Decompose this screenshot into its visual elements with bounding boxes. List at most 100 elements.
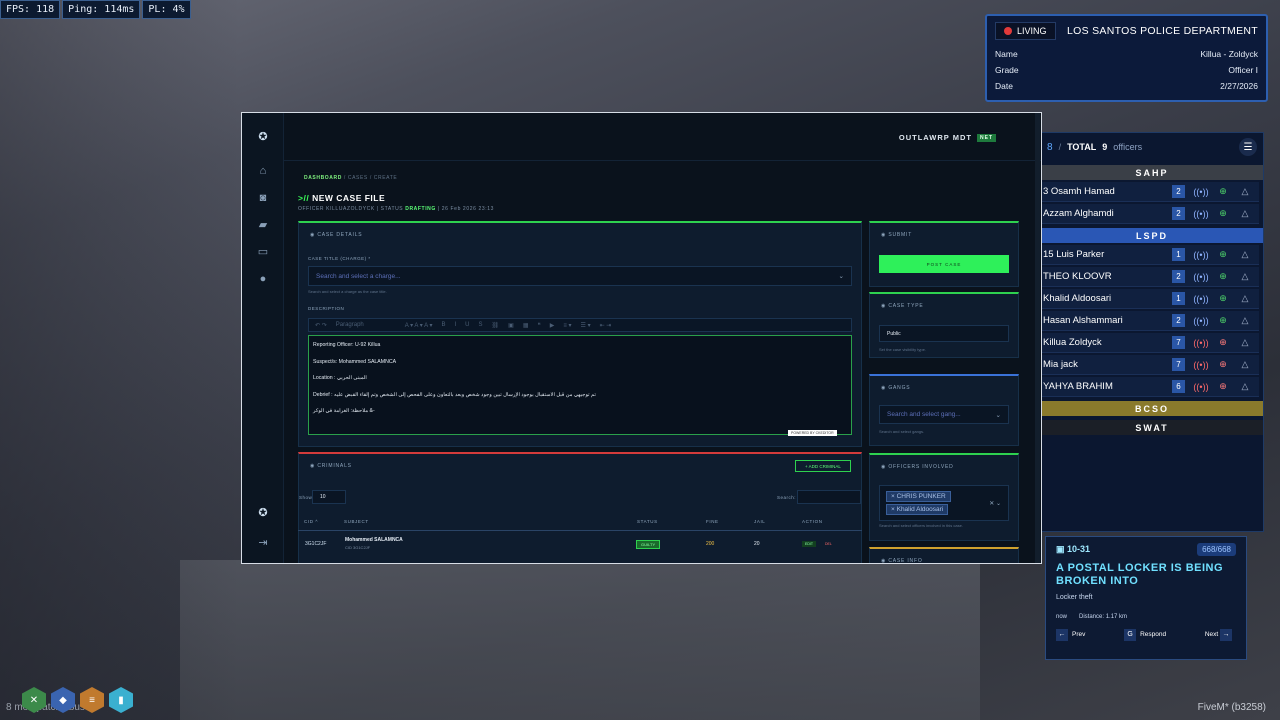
id-value: 2/27/2026: [1220, 81, 1258, 91]
chat-icon[interactable]: ▭: [255, 244, 271, 260]
case-info-heading: ◉ CASE INFO: [881, 558, 923, 564]
roster-section-header: BCSO: [1041, 401, 1263, 416]
respond-key: G: [1124, 629, 1137, 641]
show-select[interactable]: 10: [312, 490, 346, 504]
officer-name: THEO KLOOVR: [1043, 271, 1112, 282]
roster-section-header: LSPD: [1041, 228, 1263, 243]
editor-line: Location : المبنى الحربي: [313, 375, 367, 381]
editor-line: Debrief : تم توجيهي من قبل الاستقبال بوج…: [313, 391, 596, 398]
underline-icon[interactable]: U: [465, 322, 469, 328]
add-criminal-button[interactable]: + ADD CRIMINAL: [795, 460, 851, 472]
undo-icon[interactable]: ↶ ↷: [315, 322, 327, 329]
table-search-input[interactable]: [797, 490, 861, 504]
criminals-label: CRIMINALS: [317, 463, 352, 469]
indent-icon[interactable]: ⇤ ⇥: [600, 322, 612, 329]
gangs-heading: ◉ GANGS: [881, 385, 911, 391]
officer-row[interactable]: 15 Luis Parker 1 ((•)) ⊕ △: [1041, 245, 1259, 265]
menu-icon[interactable]: ☰: [1239, 138, 1257, 156]
prev-button[interactable]: ← Prev: [1056, 629, 1085, 641]
paragraph-select[interactable]: Paragraph: [336, 322, 396, 328]
alert-icon[interactable]: ●: [255, 271, 271, 287]
case-details-heading: ◉ CASE DETAILS: [310, 232, 363, 238]
officer-row[interactable]: Khalid Aldoosari 1 ((•)) ⊕ △: [1041, 289, 1259, 309]
scrollbar[interactable]: [1035, 113, 1040, 563]
charge-hint: Search and select a charge as the case t…: [308, 289, 387, 294]
officer-chip[interactable]: × Khalid Aldoosari: [886, 504, 949, 515]
link-icon[interactable]: ⛓: [492, 322, 500, 329]
table-icon[interactable]: ▦: [523, 322, 529, 329]
warning-icon: △: [1241, 293, 1249, 303]
dispatch-counter: 668/668: [1197, 543, 1236, 556]
officer-row[interactable]: 3 Osamh Hamad 2 ((•)) ⊕ △: [1041, 182, 1259, 202]
officer-row[interactable]: Mia jack 7 ((•)) ⊕ △: [1041, 355, 1259, 375]
bold-icon[interactable]: B: [441, 322, 445, 328]
meta-date: | 26 Feb 2026 23:13: [437, 206, 494, 212]
logout-icon[interactable]: ⇥: [255, 535, 271, 551]
page-title: >// NEW CASE FILE: [298, 193, 385, 203]
folder-icon[interactable]: ▰: [255, 217, 271, 233]
title-text: NEW CASE FILE: [312, 193, 386, 203]
officer-row[interactable]: Hasan Alshammari 2 ((•)) ⊕ △: [1041, 311, 1259, 331]
officer-row[interactable]: Killua Zoldyck 7 ((•)) ⊕ △: [1041, 333, 1259, 353]
wallet-icon[interactable]: ◙: [255, 190, 271, 206]
page-meta: OFFICER KILLUAZOLDYCK | STATUS DRAFTING …: [298, 206, 494, 212]
crumb-dashboard[interactable]: DASHBOARD: [304, 175, 342, 181]
italic-icon[interactable]: I: [454, 322, 456, 328]
delete-button[interactable]: DEL: [822, 541, 835, 547]
home-icon[interactable]: ⌂: [255, 163, 271, 179]
brand-label: OUTLAWRP MDT: [898, 133, 972, 142]
gang-select[interactable]: Search and select gang... ⌄: [879, 405, 1009, 424]
officer-chip[interactable]: × CHRIS PUNKER: [886, 491, 951, 502]
status-label: LIVING: [1017, 26, 1047, 36]
ckeditor-badge[interactable]: POWERED BY CKEDITOR: [788, 430, 837, 436]
image-icon[interactable]: ▣: [508, 322, 514, 329]
warning-icon: △: [1241, 359, 1249, 369]
globe-icon: ⊕: [1219, 381, 1227, 391]
list-icon[interactable]: ☰ ▾: [581, 322, 591, 329]
officer-row[interactable]: THEO KLOOVR 2 ((•)) ⊕ △: [1041, 267, 1259, 287]
globe-icon: ⊕: [1219, 293, 1227, 303]
warning-icon: △: [1241, 208, 1249, 218]
globe-icon: ⊕: [1219, 337, 1227, 347]
mdt-brand: OUTLAWRP MDT NET: [899, 133, 996, 142]
callsign-count: 2: [1172, 207, 1185, 220]
edit-button[interactable]: EDIT: [802, 541, 816, 547]
editor-line: Suspect/s: Mohammed SALAMNCA: [313, 358, 397, 365]
mdt-window: ✪ ⌂ ◙ ▰ ▭ ● ✪ ⇥ OUTLAWRP MDT NET DASHBOAR…: [241, 112, 1042, 564]
align-icon[interactable]: ≡ ▾: [563, 322, 571, 329]
charge-placeholder: Search and select a charge...: [316, 272, 401, 280]
media-icon[interactable]: ▶: [550, 322, 555, 329]
officer-name: 3 Osamh Hamad: [1043, 186, 1115, 197]
charge-select[interactable]: Search and select a charge... ⌄: [308, 266, 852, 286]
next-button[interactable]: Next →: [1205, 629, 1236, 641]
meta-status: DRAFTING: [405, 206, 436, 212]
warning-icon: △: [1241, 271, 1249, 281]
officer-row[interactable]: Azzam Alghamdi 2 ((•)) ⊕ △: [1041, 204, 1259, 224]
status-icons: ✕ ◆ ≡ ▮: [22, 687, 133, 713]
col-status[interactable]: STATUS: [637, 519, 658, 524]
officer-row[interactable]: YAHYA BRAHIM 6 ((•)) ⊕ △: [1041, 377, 1259, 397]
chevron-down-icon: ⌄: [838, 273, 844, 280]
shield-icon: ◆: [51, 687, 75, 713]
description-editor[interactable]: Reporting Officer: U-92 Killua Suspect/s…: [308, 335, 852, 435]
globe-icon: ⊕: [1219, 271, 1227, 281]
unit-label: officers: [1113, 142, 1143, 152]
col-jail[interactable]: JAIL: [754, 519, 765, 524]
officer-name: Khalid Aldoosari: [1043, 293, 1112, 304]
post-case-button[interactable]: POST CASE: [879, 255, 1009, 273]
chevron-down-icon: ⌄: [995, 411, 1001, 419]
col-subject[interactable]: SUBJECT: [344, 519, 369, 524]
case-type-select[interactable]: Public: [879, 325, 1009, 342]
badge-icon[interactable]: ✪: [255, 505, 271, 521]
col-cid[interactable]: CID ^: [304, 519, 318, 524]
respond-button[interactable]: G Respond: [1124, 629, 1166, 641]
warning-icon: △: [1241, 249, 1249, 259]
quote-icon[interactable]: ❝: [537, 322, 540, 329]
globe-icon: ⊕: [1219, 186, 1227, 196]
col-action: ACTION: [802, 519, 823, 524]
font-size-icon[interactable]: A ▾ A ▾ A ▾: [405, 322, 433, 329]
strike-icon[interactable]: S: [479, 322, 483, 328]
col-fine[interactable]: FINE: [706, 519, 719, 524]
submit-heading: ◉ SUBMIT: [881, 232, 913, 238]
title-prefix: >//: [298, 193, 310, 203]
